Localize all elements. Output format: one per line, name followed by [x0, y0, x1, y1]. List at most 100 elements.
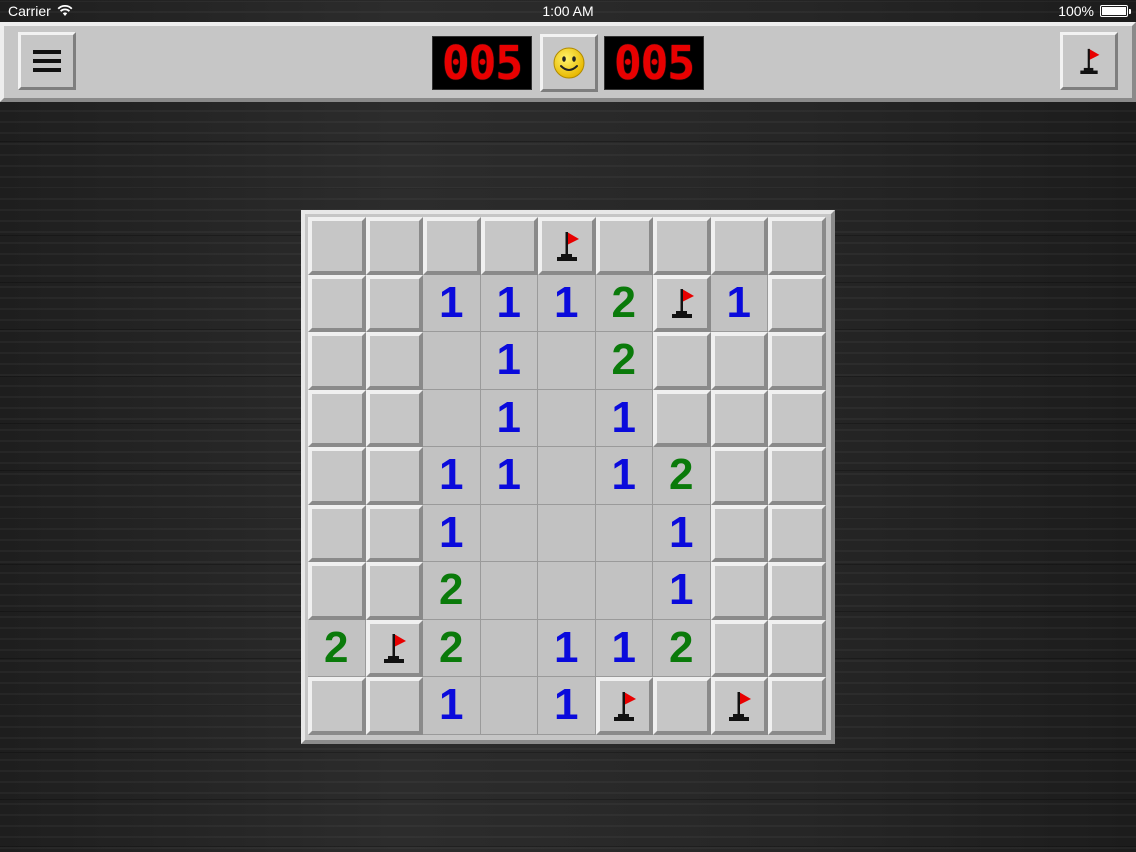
covered-cell[interactable] — [365, 389, 423, 447]
revealed-empty-cell[interactable] — [538, 447, 596, 505]
game-toolbar: 005 005 — [0, 22, 1136, 102]
cell-number: 1 — [554, 277, 579, 327]
cell-number: 2 — [669, 450, 694, 500]
revealed-empty-cell[interactable] — [480, 562, 538, 620]
revealed-number-cell[interactable]: 2 — [423, 619, 481, 677]
revealed-number-cell[interactable]: 1 — [423, 274, 481, 332]
revealed-number-cell[interactable]: 2 — [653, 619, 711, 677]
revealed-empty-cell[interactable] — [538, 562, 596, 620]
cell-number: 1 — [439, 507, 464, 557]
flagged-cell[interactable] — [710, 677, 768, 735]
revealed-empty-cell[interactable] — [480, 504, 538, 562]
clock: 1:00 AM — [542, 3, 594, 19]
mine-counter: 005 — [432, 36, 532, 90]
flag-mode-button[interactable] — [1060, 32, 1118, 90]
covered-cell[interactable] — [768, 677, 826, 735]
revealed-number-cell[interactable]: 1 — [480, 447, 538, 505]
covered-cell[interactable] — [768, 217, 826, 275]
covered-cell[interactable] — [595, 217, 653, 275]
revealed-number-cell[interactable]: 2 — [595, 332, 653, 390]
covered-cell[interactable] — [308, 389, 366, 447]
flagged-cell[interactable] — [538, 217, 596, 275]
revealed-empty-cell[interactable] — [538, 504, 596, 562]
cell-number: 2 — [611, 277, 636, 327]
cell-number: 1 — [611, 392, 636, 442]
flagged-cell[interactable] — [595, 677, 653, 735]
revealed-number-cell[interactable]: 1 — [595, 447, 653, 505]
cell-number: 2 — [439, 622, 464, 672]
cell-number: 1 — [496, 277, 521, 327]
flag-icon — [379, 631, 409, 665]
revealed-number-cell[interactable]: 1 — [653, 562, 711, 620]
covered-cell[interactable] — [710, 332, 768, 390]
covered-cell[interactable] — [365, 677, 423, 735]
covered-cell[interactable] — [308, 274, 366, 332]
revealed-number-cell[interactable]: 1 — [423, 677, 481, 735]
covered-cell[interactable] — [365, 504, 423, 562]
revealed-empty-cell[interactable] — [538, 389, 596, 447]
revealed-empty-cell[interactable] — [480, 677, 538, 735]
covered-cell[interactable] — [308, 504, 366, 562]
revealed-number-cell[interactable]: 1 — [595, 389, 653, 447]
covered-cell[interactable] — [308, 217, 366, 275]
revealed-number-cell[interactable]: 2 — [423, 562, 481, 620]
covered-cell[interactable] — [653, 217, 711, 275]
cell-number: 1 — [439, 450, 464, 500]
new-game-face-button[interactable] — [540, 34, 598, 92]
covered-cell[interactable] — [365, 274, 423, 332]
revealed-number-cell[interactable]: 1 — [480, 332, 538, 390]
covered-cell[interactable] — [308, 562, 366, 620]
covered-cell[interactable] — [480, 217, 538, 275]
menu-button[interactable] — [18, 32, 76, 90]
covered-cell[interactable] — [768, 274, 826, 332]
covered-cell[interactable] — [710, 447, 768, 505]
revealed-number-cell[interactable]: 2 — [653, 447, 711, 505]
revealed-number-cell[interactable]: 1 — [480, 274, 538, 332]
covered-cell[interactable] — [710, 504, 768, 562]
revealed-empty-cell[interactable] — [480, 619, 538, 677]
covered-cell[interactable] — [768, 619, 826, 677]
covered-cell[interactable] — [365, 447, 423, 505]
cell-number: 1 — [726, 277, 751, 327]
revealed-number-cell[interactable]: 1 — [423, 447, 481, 505]
covered-cell[interactable] — [768, 389, 826, 447]
covered-cell[interactable] — [710, 389, 768, 447]
covered-cell[interactable] — [308, 677, 366, 735]
covered-cell[interactable] — [768, 332, 826, 390]
covered-cell[interactable] — [768, 447, 826, 505]
revealed-number-cell[interactable]: 1 — [423, 504, 481, 562]
covered-cell[interactable] — [423, 217, 481, 275]
covered-cell[interactable] — [710, 562, 768, 620]
covered-cell[interactable] — [365, 332, 423, 390]
flagged-cell[interactable] — [653, 274, 711, 332]
covered-cell[interactable] — [768, 562, 826, 620]
covered-cell[interactable] — [653, 332, 711, 390]
revealed-number-cell[interactable]: 1 — [595, 619, 653, 677]
revealed-number-cell[interactable]: 2 — [308, 619, 366, 677]
revealed-empty-cell[interactable] — [538, 332, 596, 390]
revealed-empty-cell[interactable] — [595, 504, 653, 562]
covered-cell[interactable] — [710, 217, 768, 275]
revealed-number-cell[interactable]: 1 — [538, 677, 596, 735]
covered-cell[interactable] — [308, 447, 366, 505]
covered-cell[interactable] — [710, 619, 768, 677]
covered-cell[interactable] — [768, 504, 826, 562]
cell-number: 1 — [496, 392, 521, 442]
revealed-empty-cell[interactable] — [595, 562, 653, 620]
battery-percent: 100% — [1058, 3, 1094, 19]
revealed-number-cell[interactable]: 2 — [595, 274, 653, 332]
flagged-cell[interactable] — [365, 619, 423, 677]
revealed-number-cell[interactable]: 1 — [538, 274, 596, 332]
covered-cell[interactable] — [308, 332, 366, 390]
revealed-number-cell[interactable]: 1 — [480, 389, 538, 447]
revealed-number-cell[interactable]: 1 — [710, 274, 768, 332]
cell-number: 1 — [554, 680, 579, 730]
covered-cell[interactable] — [653, 677, 711, 735]
revealed-number-cell[interactable]: 1 — [538, 619, 596, 677]
revealed-empty-cell[interactable] — [423, 389, 481, 447]
covered-cell[interactable] — [365, 217, 423, 275]
revealed-empty-cell[interactable] — [423, 332, 481, 390]
covered-cell[interactable] — [653, 389, 711, 447]
covered-cell[interactable] — [365, 562, 423, 620]
revealed-number-cell[interactable]: 1 — [653, 504, 711, 562]
